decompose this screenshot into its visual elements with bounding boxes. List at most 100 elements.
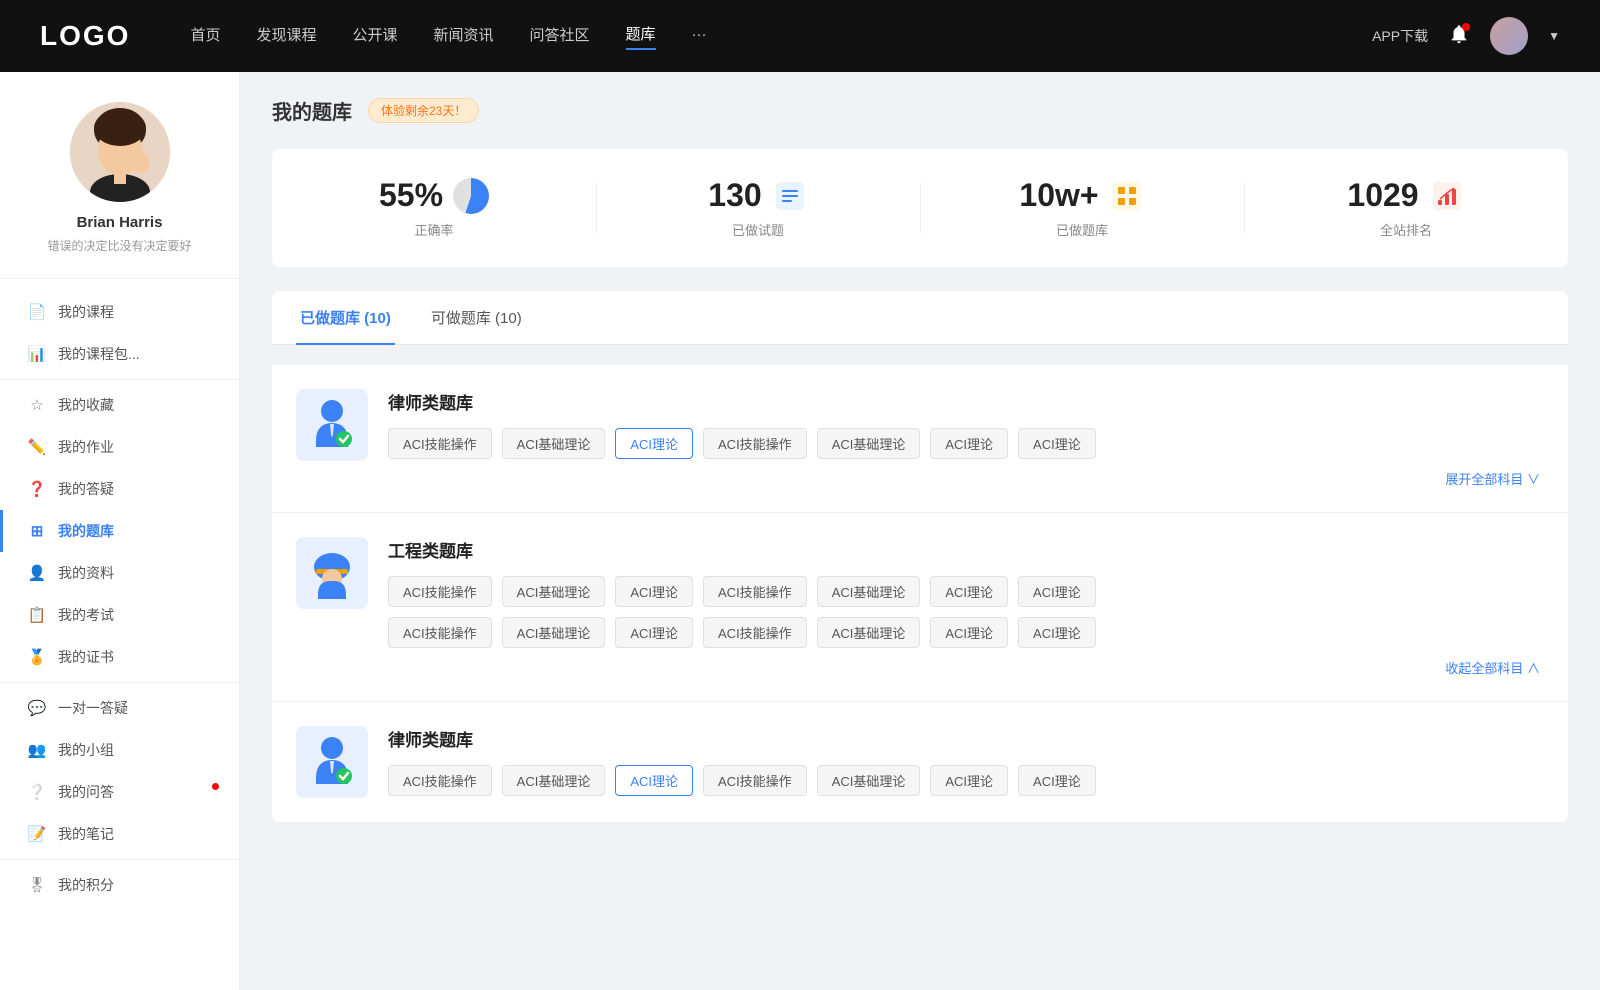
tab-done[interactable]: 已做题库 (10) <box>296 291 395 344</box>
sidebar-item-group[interactable]: 👥 我的小组 <box>0 729 239 771</box>
sidebar-item-one-on-one[interactable]: 💬 一对一答疑 <box>0 687 239 729</box>
bank-name-lawyer-1: 律师类题库 <box>388 389 1544 414</box>
bank-tag[interactable]: ACI技能操作 <box>388 617 492 648</box>
group-icon: 👥 <box>28 741 46 759</box>
tabs-row: 已做题库 (10) 可做题库 (10) <box>272 291 1568 345</box>
bank-tag[interactable]: ACI理论 <box>930 617 1008 648</box>
doc-icon: 📄 <box>28 303 46 321</box>
bank-tag-active[interactable]: ACI理论 <box>615 428 693 459</box>
bank-tag[interactable]: ACI技能操作 <box>388 576 492 607</box>
bank-tag[interactable]: ACI理论 <box>1018 428 1096 459</box>
bank-icon-lawyer-1 <box>296 389 368 461</box>
stat-banks-done: 10w+ 已做题库 <box>920 177 1244 239</box>
sidebar-item-notes[interactable]: 📝 我的笔记 <box>0 813 239 855</box>
page-wrapper: Brian Harris 错误的决定比没有决定要好 📄 我的课程 📊 我的课程包… <box>0 72 1600 990</box>
bank-tag[interactable]: ACI技能操作 <box>703 617 807 648</box>
nav-more[interactable]: ··· <box>692 26 707 47</box>
stat-questions-top: 130 <box>596 177 920 214</box>
bank-tags-engineer-row1: ACI技能操作 ACI基础理论 ACI理论 ACI技能操作 ACI基础理论 AC… <box>388 576 1544 607</box>
avatar-svg <box>70 102 170 202</box>
bank-card-lawyer-1: 律师类题库 ACI技能操作 ACI基础理论 ACI理论 ACI技能操作 ACI基… <box>272 365 1568 513</box>
trial-badge: 体验剩余23天！ <box>368 98 479 123</box>
navbar-right: APP下载 ▼ <box>1372 17 1560 55</box>
bank-tag[interactable]: ACI理论 <box>615 576 693 607</box>
app-download-link[interactable]: APP下载 <box>1372 26 1428 46</box>
sidebar: Brian Harris 错误的决定比没有决定要好 📄 我的课程 📊 我的课程包… <box>0 72 240 990</box>
divider-3 <box>0 859 239 860</box>
user-menu-chevron[interactable]: ▼ <box>1548 29 1560 43</box>
expand-link-lawyer-1[interactable]: 展开全部科目 ∨ <box>388 469 1544 488</box>
bank-tag[interactable]: ACI理论 <box>1018 765 1096 796</box>
grid-orange-icon <box>1109 178 1145 214</box>
qmark-icon: ❔ <box>28 783 46 801</box>
sidebar-item-favorites[interactable]: ☆ 我的收藏 <box>0 384 239 426</box>
bank-tags-lawyer-2: ACI技能操作 ACI基础理论 ACI理论 ACI技能操作 ACI基础理论 AC… <box>388 765 1544 796</box>
nav-news[interactable]: 新闻资讯 <box>434 24 494 49</box>
bank-tag[interactable]: ACI基础理论 <box>502 428 606 459</box>
coin-icon: 🎖 <box>28 876 46 894</box>
sidebar-item-qa[interactable]: ❓ 我的答疑 <box>0 468 239 510</box>
pie-chart-visual <box>453 178 489 214</box>
stat-ranking-value: 1029 <box>1347 177 1418 214</box>
sidebar-item-points[interactable]: 🎖 我的积分 <box>0 864 239 906</box>
bank-tag[interactable]: ACI基础理论 <box>817 765 921 796</box>
nav-open-course[interactable]: 公开课 <box>352 24 397 49</box>
bank-tag[interactable]: ACI理论 <box>930 428 1008 459</box>
bank-tag[interactable]: ACI技能操作 <box>388 428 492 459</box>
nav-home[interactable]: 首页 <box>190 24 220 49</box>
bank-tag[interactable]: ACI技能操作 <box>703 765 807 796</box>
bank-tag[interactable]: ACI技能操作 <box>703 576 807 607</box>
bank-tag[interactable]: ACI理论 <box>1018 617 1096 648</box>
bank-tag[interactable]: ACI理论 <box>930 576 1008 607</box>
nav-discover[interactable]: 发现课程 <box>256 24 316 49</box>
user-avatar-nav[interactable] <box>1490 17 1528 55</box>
bank-body-engineer: 工程类题库 ACI技能操作 ACI基础理论 ACI理论 ACI技能操作 ACI基… <box>388 537 1544 677</box>
navbar: LOGO 首页 发现课程 公开课 新闻资讯 问答社区 题库 ··· APP下载 … <box>0 0 1600 72</box>
bank-card-lawyer-2: 律师类题库 ACI技能操作 ACI基础理论 ACI理论 ACI技能操作 ACI基… <box>272 702 1568 822</box>
stat-banks-value: 10w+ <box>1019 177 1098 214</box>
bank-tag[interactable]: ACI技能操作 <box>703 428 807 459</box>
sidebar-profile: Brian Harris 错误的决定比没有决定要好 <box>0 102 239 279</box>
stat-banks-top: 10w+ <box>920 177 1244 214</box>
navbar-nav: 首页 发现课程 公开课 新闻资讯 问答社区 题库 ··· <box>190 23 1372 50</box>
bank-tag[interactable]: ACI理论 <box>930 765 1008 796</box>
nav-qa[interactable]: 问答社区 <box>530 24 590 49</box>
bank-tag[interactable]: ACI基础理论 <box>817 576 921 607</box>
lawyer-svg-icon-2 <box>308 734 356 790</box>
bank-tag-active[interactable]: ACI理论 <box>615 765 693 796</box>
bank-tag[interactable]: ACI技能操作 <box>388 765 492 796</box>
bank-tag[interactable]: ACI基础理论 <box>502 576 606 607</box>
sidebar-item-course-package[interactable]: 📊 我的课程包... <box>0 333 239 375</box>
person-icon: 👤 <box>28 564 46 582</box>
avatar-image <box>1490 17 1528 55</box>
stat-ranking: 1029 全站排名 <box>1244 177 1568 239</box>
stat-questions-value: 130 <box>708 177 761 214</box>
notification-bell[interactable] <box>1448 23 1470 50</box>
question-icon: ❓ <box>28 480 46 498</box>
collapse-link-engineer[interactable]: 收起全部科目 ∧ <box>388 658 1544 677</box>
pie-chart-icon <box>453 178 489 214</box>
sidebar-item-my-qa[interactable]: ❔ 我的问答 <box>0 771 239 813</box>
bank-tag[interactable]: ACI基础理论 <box>502 617 606 648</box>
tab-available[interactable]: 可做题库 (10) <box>427 291 526 344</box>
sidebar-item-materials[interactable]: 👤 我的资料 <box>0 552 239 594</box>
bank-sections: 律师类题库 ACI技能操作 ACI基础理论 ACI理论 ACI技能操作 ACI基… <box>272 365 1568 822</box>
sidebar-item-homework[interactable]: ✏️ 我的作业 <box>0 426 239 468</box>
divider-2 <box>0 682 239 683</box>
bank-tag[interactable]: ACI理论 <box>1018 576 1096 607</box>
bank-tags-engineer-row2: ACI技能操作 ACI基础理论 ACI理论 ACI技能操作 ACI基础理论 AC… <box>388 617 1544 648</box>
stat-banks-label: 已做题库 <box>920 220 1244 239</box>
notification-dot <box>1462 23 1470 31</box>
bank-tag[interactable]: ACI基础理论 <box>502 765 606 796</box>
nav-bank[interactable]: 题库 <box>626 23 656 50</box>
sidebar-item-certificate[interactable]: 🏅 我的证书 <box>0 636 239 678</box>
sidebar-item-bank[interactable]: ⊞ 我的题库 <box>0 510 239 552</box>
bank-card-engineer: 工程类题库 ACI技能操作 ACI基础理论 ACI理论 ACI技能操作 ACI基… <box>272 513 1568 702</box>
bank-tag[interactable]: ACI理论 <box>615 617 693 648</box>
bank-tag[interactable]: ACI基础理论 <box>817 428 921 459</box>
doc2-icon: 📋 <box>28 606 46 624</box>
profile-name: Brian Harris <box>20 214 219 231</box>
bank-tag[interactable]: ACI基础理论 <box>817 617 921 648</box>
sidebar-item-my-course[interactable]: 📄 我的课程 <box>0 291 239 333</box>
sidebar-item-exam[interactable]: 📋 我的考试 <box>0 594 239 636</box>
